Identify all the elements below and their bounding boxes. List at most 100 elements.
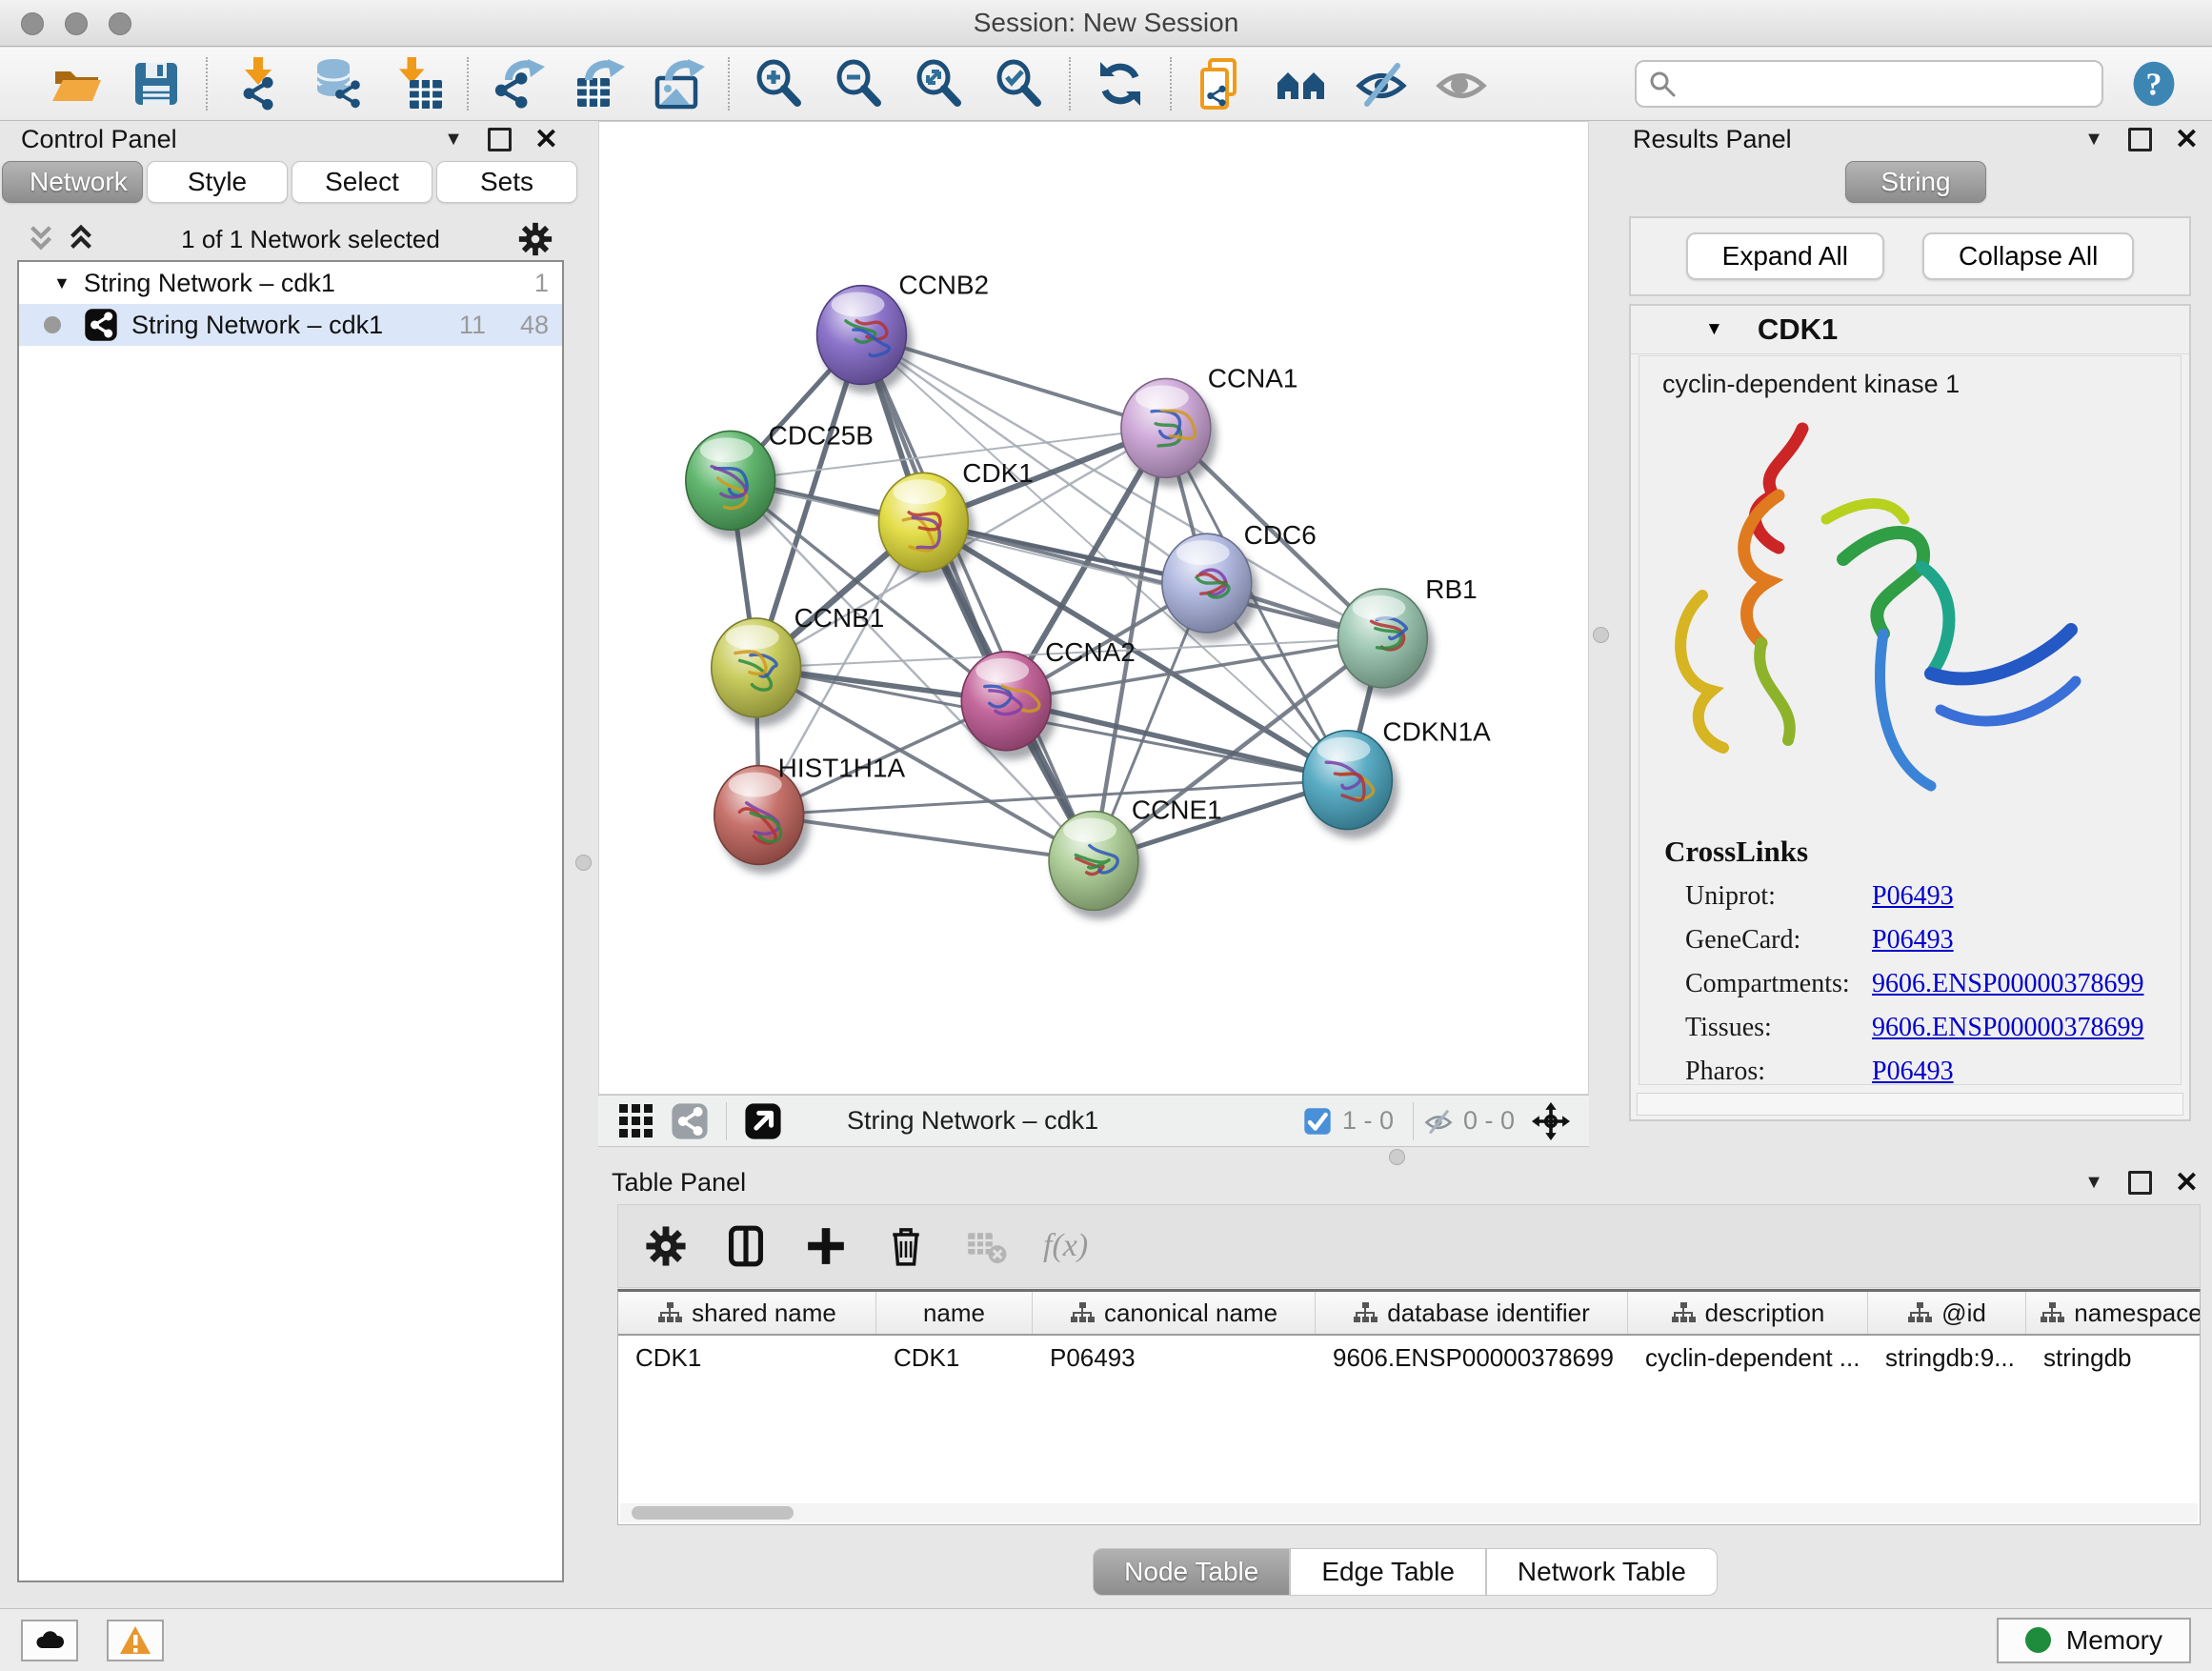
network-node-CDKN1A[interactable]: CDKN1A [1303,717,1492,830]
node-table[interactable]: shared namenamecanonical namedatabase id… [617,1289,2201,1525]
delete-table-icon[interactable] [963,1223,1009,1269]
results-scroll-strip[interactable] [1637,1093,2183,1116]
tab-node-table[interactable]: Node Table [1093,1548,1290,1596]
network-node-CCNB1[interactable]: CCNB1 [712,603,885,717]
refresh-network-icon[interactable] [1092,55,1149,112]
table-cell[interactable]: cyclin-dependent ... [1628,1336,1868,1379]
panel-float-icon[interactable] [488,128,512,151]
show-columns-icon[interactable] [723,1223,769,1269]
crosslink-link[interactable]: 9606.ENSP00000378699 [1872,1013,2143,1043]
network-node-CCNA1[interactable]: CCNA1 [1121,363,1298,477]
search-input[interactable] [1686,69,2090,100]
show-all-icon[interactable] [1433,55,1490,112]
tab-network-table[interactable]: Network Table [1486,1548,1718,1596]
network-graph[interactable]: CCNB2CCNA1CDC25BCDK1CDC6RB1CCNB1CCNA2CDK… [599,122,1588,1094]
warnings-button[interactable] [107,1620,164,1661]
export-image-icon[interactable] [650,55,707,112]
import-network-from-database-icon[interactable] [309,55,366,112]
panel-menu-icon[interactable]: ▼ [444,129,463,151]
collapse-all-icon[interactable] [25,223,57,255]
panel-close-icon[interactable]: ✕ [2175,123,2199,156]
left-splitter-handle[interactable] [575,855,592,871]
table-settings-gear-icon[interactable] [643,1223,689,1269]
network-badge-icon[interactable] [671,1102,709,1140]
network-canvas[interactable]: CCNB2CCNA1CDC25BCDK1CDC6RB1CCNB1CCNA2CDK… [598,121,1589,1095]
import-table-from-file-icon[interactable] [389,55,446,112]
table-cell[interactable]: CDK1 [876,1336,1033,1379]
tab-sets[interactable]: Sets [436,161,577,203]
crosslink-link[interactable]: 9606.ENSP00000378699 [1872,969,2143,999]
tab-network[interactable]: Network [2,161,143,203]
open-in-window-icon[interactable] [744,1102,782,1140]
column-header-description[interactable]: description [1628,1292,1868,1334]
open-session-icon[interactable] [48,55,105,112]
zoom-out-icon[interactable] [831,55,888,112]
tab-style[interactable]: Style [147,161,288,203]
import-network-from-file-icon[interactable] [229,55,286,112]
panel-float-icon[interactable] [2128,1171,2152,1195]
grid-view-icon[interactable] [617,1102,655,1140]
network-node-CCNE1[interactable]: CCNE1 [1049,795,1222,911]
panel-menu-icon[interactable]: ▼ [2084,129,2103,151]
table-cell[interactable]: stringdb:9... [1868,1336,2026,1379]
export-table-icon[interactable] [570,55,627,112]
birdseye-view-icon[interactable] [1532,1102,1570,1140]
export-network-icon[interactable] [490,55,547,112]
column-header-@id[interactable]: @id [1868,1292,2026,1334]
panel-float-icon[interactable] [2128,128,2152,151]
delete-column-icon[interactable] [883,1223,929,1269]
panel-close-icon[interactable]: ✕ [2175,1166,2199,1199]
search-box[interactable] [1635,60,2103,108]
table-row[interactable]: CDK1CDK1P064939606.ENSP00000378699cyclin… [618,1336,2200,1379]
crosslink-link[interactable]: P06493 [1872,925,1954,956]
column-header-namespace[interactable]: namespace [2026,1292,2201,1334]
gene-symbol: CDK1 [1758,312,1838,347]
new-network-from-selection-icon[interactable] [1193,55,1250,112]
network-node-RB1[interactable]: RB1 [1337,574,1477,688]
table-cell[interactable]: stringdb [2026,1336,2201,1379]
tab-edge-table[interactable]: Edge Table [1290,1548,1486,1596]
gene-section-header[interactable]: ▼ CDK1 [1631,306,2189,354]
tab-select[interactable]: Select [292,161,432,203]
table-cell[interactable]: 9606.ENSP00000378699 [1316,1336,1628,1379]
create-column-icon[interactable] [803,1223,849,1269]
collection-expand-icon[interactable]: ▼ [53,273,70,293]
table-cell[interactable]: P06493 [1033,1336,1316,1379]
network-row-selected[interactable]: String Network – cdk1 11 48 [19,304,562,346]
cloud-status-button[interactable] [21,1620,78,1661]
table-cell[interactable]: CDK1 [618,1336,876,1379]
zoom-fit-icon[interactable] [911,55,968,112]
crosslink-row: Pharos:P06493 [1639,1050,2181,1085]
save-session-icon[interactable] [128,55,185,112]
collapse-all-button[interactable]: Collapse All [1922,232,2134,280]
function-builder-button[interactable]: f(x) [1043,1228,1088,1264]
network-node-CDK1[interactable]: CDK1 [878,458,1033,572]
help-button[interactable]: ? [2130,60,2178,108]
expand-all-icon[interactable] [65,223,97,255]
expand-all-button[interactable]: Expand All [1686,232,1884,280]
panel-menu-icon[interactable]: ▼ [2084,1172,2103,1194]
crosslink-link[interactable]: P06493 [1872,881,1954,912]
panel-close-icon[interactable]: ✕ [534,123,558,156]
column-header-name[interactable]: name [876,1292,1033,1334]
hide-selected-icon[interactable] [1353,55,1410,112]
table-horizontal-scrollbar[interactable] [620,1503,2198,1522]
crosslink-link[interactable]: P06493 [1872,1057,1954,1085]
gene-collapse-icon[interactable]: ▼ [1705,319,1723,340]
zoom-selected-icon[interactable] [991,55,1048,112]
horizontal-splitter-handle[interactable] [1389,1149,1405,1165]
network-collection-row[interactable]: ▼ String Network – cdk1 1 [19,262,562,304]
memory-button[interactable]: Memory [1997,1618,2191,1663]
first-neighbors-icon[interactable] [1273,55,1330,112]
column-header-database-identifier[interactable]: database identifier [1316,1292,1628,1334]
column-header-shared-name[interactable]: shared name [618,1292,876,1334]
hidden-eye-icon[interactable] [1423,1106,1454,1137]
node-label: CCNB1 [794,603,885,633]
right-splitter-handle[interactable] [1593,627,1609,643]
scrollbar-thumb[interactable] [632,1506,794,1520]
selected-checkbox-icon[interactable] [1302,1106,1333,1137]
tab-string[interactable]: String [1845,161,1986,203]
network-options-gear-icon[interactable] [516,220,554,258]
column-header-canonical-name[interactable]: canonical name [1033,1292,1316,1334]
zoom-in-icon[interactable] [751,55,808,112]
